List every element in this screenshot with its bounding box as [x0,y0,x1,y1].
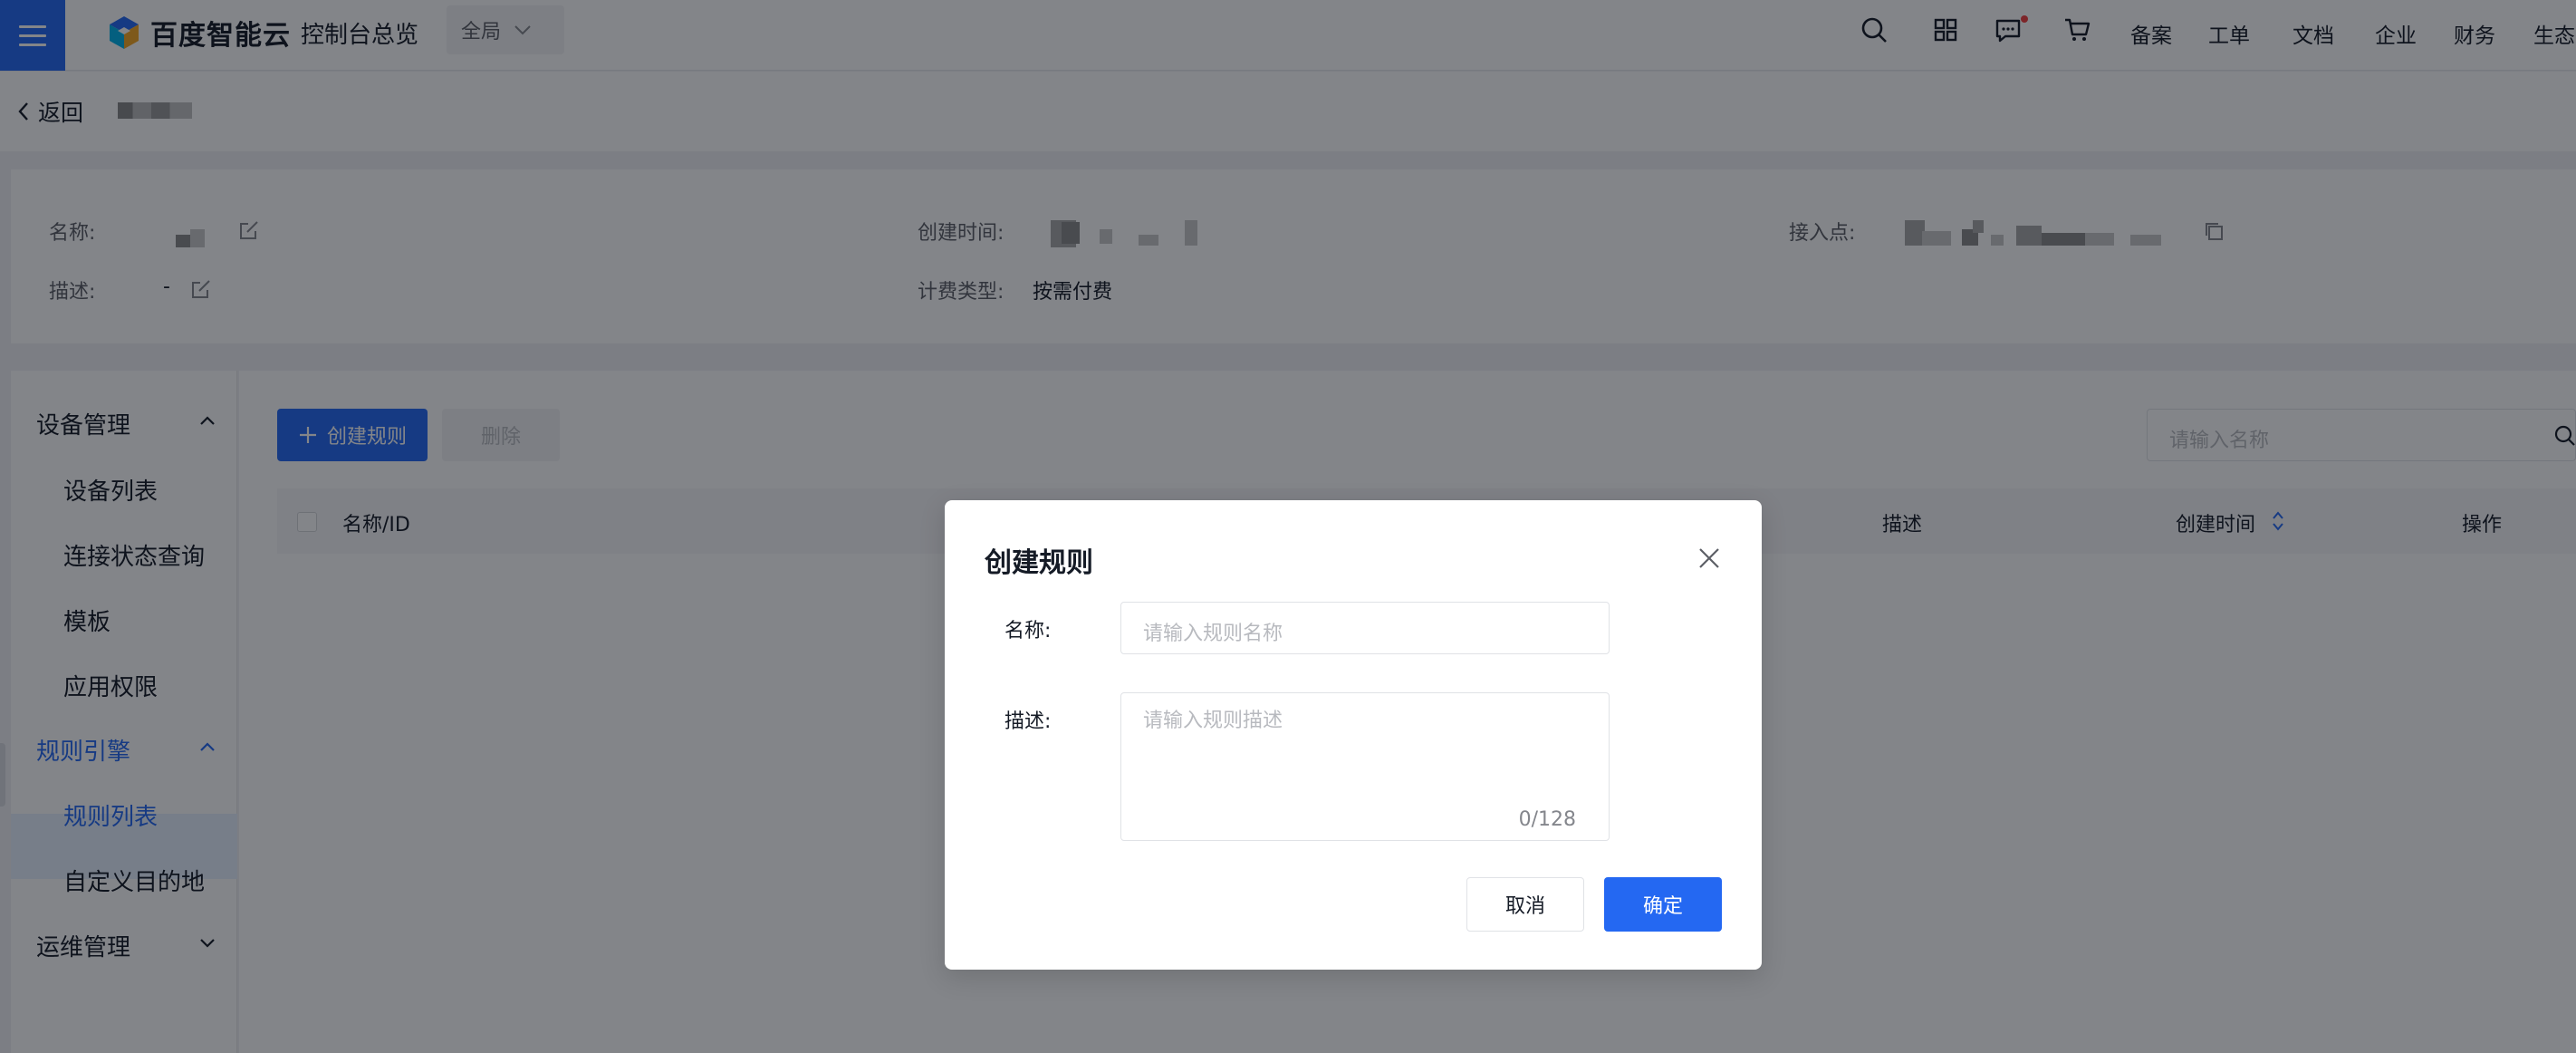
rule-name-placeholder: 请输入规则名称 [1143,623,1283,645]
rule-name-label: 名称: [1004,620,1052,642]
rule-name-input[interactable]: 请输入规则名称 [1120,602,1610,654]
char-counter: 0/128 [1518,808,1576,831]
confirm-button[interactable]: 确定 [1604,877,1722,932]
confirm-label: 确定 [1642,895,1683,918]
dialog-title: 创建规则 [985,547,1093,579]
close-icon[interactable] [1697,546,1722,571]
rule-desc-label: 描述: [1004,710,1052,733]
rule-desc-placeholder: 请输入规则描述 [1143,710,1283,732]
cancel-label: 取消 [1504,895,1545,918]
cancel-button[interactable]: 取消 [1466,877,1584,932]
create-rule-dialog: 创建规则 名称: 请输入规则名称 描述: 请输入规则描述 0/128 取消 确定 [945,500,1762,970]
rule-desc-textarea[interactable]: 请输入规则描述 0/128 [1120,692,1610,841]
